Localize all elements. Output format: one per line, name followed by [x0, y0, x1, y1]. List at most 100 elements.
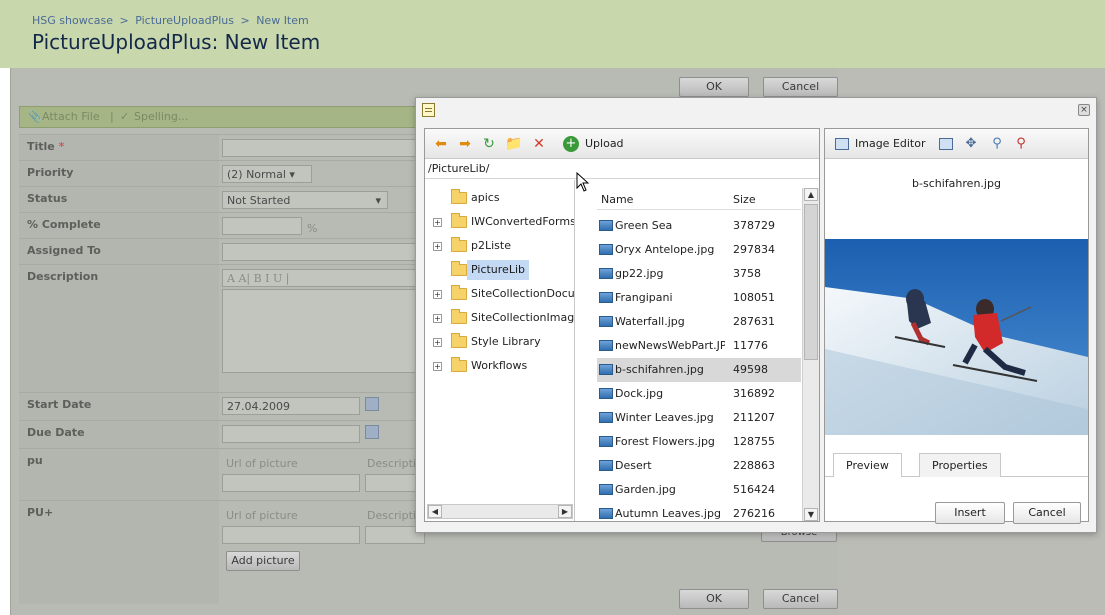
expand-icon[interactable]: + [433, 314, 442, 323]
back-arrow-icon[interactable]: ⬅ [433, 136, 449, 152]
tree-item-label: PictureLib [467, 260, 529, 280]
due-date-label: Due Date [27, 426, 85, 439]
breadcrumb-site[interactable]: HSG showcase [32, 14, 113, 27]
puplus-label: PU+ [27, 506, 54, 519]
expand-icon[interactable]: + [433, 290, 442, 299]
folder-tree: apics + IWConvertedForms + p2Liste Pictu… [425, 180, 575, 521]
ok-button-bottom[interactable]: OK [679, 589, 749, 609]
refresh-icon[interactable]: ↻ [481, 136, 497, 152]
tree-item-style-library[interactable]: + Style Library [433, 332, 574, 352]
ok-button-top[interactable]: OK [679, 77, 749, 97]
forward-arrow-icon[interactable]: ➡ [457, 136, 473, 152]
puplus-url-input[interactable] [222, 526, 360, 544]
upload-button[interactable]: Upload [585, 137, 624, 150]
tree-item-apics[interactable]: apics [433, 188, 574, 208]
fit-image-icon[interactable] [939, 138, 953, 150]
preview-toolbar: Image Editor ✥ ⚲ ⚲ [825, 129, 1088, 159]
delete-icon[interactable]: ✕ [531, 136, 547, 152]
size-column-header[interactable]: Size [733, 193, 756, 206]
scroll-down-icon[interactable]: ▼ [804, 508, 818, 521]
file-row[interactable]: newNewsWebPart.JPG 11776 [597, 334, 801, 358]
add-picture-button[interactable]: Add picture [226, 551, 300, 571]
image-file-icon [599, 508, 613, 519]
rich-text-toolbar[interactable]: A A| B I U | [222, 269, 422, 287]
status-select[interactable]: Not Started ▾ [222, 191, 388, 209]
scroll-left-icon[interactable]: ◀ [428, 505, 442, 518]
zoom-in-icon[interactable]: ⚲ [989, 136, 1005, 152]
file-name: Desert [615, 459, 652, 472]
calendar-icon[interactable] [365, 425, 379, 439]
folder-icon [451, 333, 467, 348]
actual-size-icon[interactable]: ✥ [963, 136, 979, 152]
insert-button[interactable]: Insert [935, 502, 1005, 524]
breadcrumb-separator: > [240, 14, 250, 27]
file-row[interactable]: Autumn Leaves.jpg 276216 [597, 502, 801, 521]
tree-item-sitecollectiondocuments[interactable]: + SiteCollectionDocur [433, 284, 574, 304]
file-row[interactable]: Winter Leaves.jpg 211207 [597, 406, 801, 430]
cancel-button-top[interactable]: Cancel [763, 77, 838, 97]
file-row[interactable]: Waterfall.jpg 287631 [597, 310, 801, 334]
breadcrumb-list[interactable]: PictureUploadPlus [135, 14, 234, 27]
breadcrumb-item: New Item [256, 14, 309, 27]
pu-url-input[interactable] [222, 474, 360, 492]
tab-properties[interactable]: Properties [919, 453, 1001, 477]
file-row[interactable]: gp22.jpg 3758 [597, 262, 801, 286]
spelling-button[interactable]: Spelling... [134, 110, 188, 123]
file-row[interactable]: Desert 228863 [597, 454, 801, 478]
complete-input[interactable] [222, 217, 302, 235]
file-list-scrollbar[interactable]: ▲ ▼ [802, 188, 819, 521]
file-row[interactable]: Frangipani 108051 [597, 286, 801, 310]
scroll-right-icon[interactable]: ▶ [558, 505, 572, 518]
expand-icon[interactable]: + [433, 338, 442, 347]
image-file-icon [599, 436, 613, 447]
image-file-icon [599, 388, 613, 399]
description-editor[interactable] [222, 289, 422, 373]
tree-item-iwconvertedforms[interactable]: + IWConvertedForms [433, 212, 574, 232]
scroll-up-icon[interactable]: ▲ [804, 188, 818, 201]
upload-plus-icon[interactable]: + [563, 136, 579, 152]
attach-file-button[interactable]: Attach File [42, 110, 100, 123]
due-date-input[interactable] [222, 425, 360, 443]
tree-item-picturelib[interactable]: PictureLib [433, 260, 574, 280]
priority-select[interactable]: (2) Normal ▾ [222, 165, 312, 183]
file-name: Green Sea [615, 219, 673, 232]
calendar-icon[interactable] [365, 397, 379, 411]
file-row[interactable]: Oryx Antelope.jpg 297834 [597, 238, 801, 262]
zoom-out-icon[interactable]: ⚲ [1013, 136, 1029, 152]
expand-icon[interactable]: + [433, 362, 442, 371]
name-column-header[interactable]: Name [601, 193, 633, 206]
file-row[interactable]: b-schifahren.jpg 49598 [597, 358, 801, 382]
spelling-icon: ✓ [120, 110, 130, 123]
status-value: Not Started [227, 194, 291, 207]
assigned-to-input[interactable] [222, 243, 422, 261]
path-bar[interactable]: /PictureLib/ [425, 159, 819, 179]
title-input[interactable] [222, 139, 422, 157]
file-row[interactable]: Garden.jpg 516424 [597, 478, 801, 502]
file-row[interactable]: Green Sea 378729 [597, 214, 801, 238]
tree-item-workflows[interactable]: + Workflows [433, 356, 574, 376]
folder-icon [451, 261, 467, 276]
tree-horizontal-scrollbar[interactable]: ◀ ▶ [427, 504, 573, 519]
preview-image [825, 239, 1088, 435]
image-file-icon [599, 484, 613, 495]
file-row[interactable]: Forest Flowers.jpg 128755 [597, 430, 801, 454]
image-editor-button[interactable]: Image Editor [855, 137, 926, 150]
tree-item-sitecollectionimages[interactable]: + SiteCollectionImage [433, 308, 574, 328]
new-folder-icon[interactable]: 📁 [505, 136, 522, 152]
cancel-button-bottom[interactable]: Cancel [763, 589, 838, 609]
expand-icon[interactable]: + [433, 218, 442, 227]
tab-preview[interactable]: Preview [833, 453, 902, 477]
file-size: 49598 [733, 363, 768, 376]
start-date-input[interactable]: 27.04.2009 [222, 397, 360, 415]
image-editor-icon[interactable] [835, 138, 849, 150]
tree-item-p2liste[interactable]: + p2Liste [433, 236, 574, 256]
close-icon[interactable]: × [1078, 104, 1090, 116]
file-name: Winter Leaves.jpg [615, 411, 714, 424]
file-row[interactable]: Dock.jpg 316892 [597, 382, 801, 406]
scrollbar-thumb[interactable] [804, 204, 818, 360]
tree-item-label: p2Liste [471, 239, 511, 252]
dialog-titlebar[interactable]: × [416, 98, 1096, 122]
cancel-button[interactable]: Cancel [1013, 502, 1081, 524]
expand-icon[interactable]: + [433, 242, 442, 251]
breadcrumb: HSG showcase > PictureUploadPlus > New I… [32, 14, 312, 27]
